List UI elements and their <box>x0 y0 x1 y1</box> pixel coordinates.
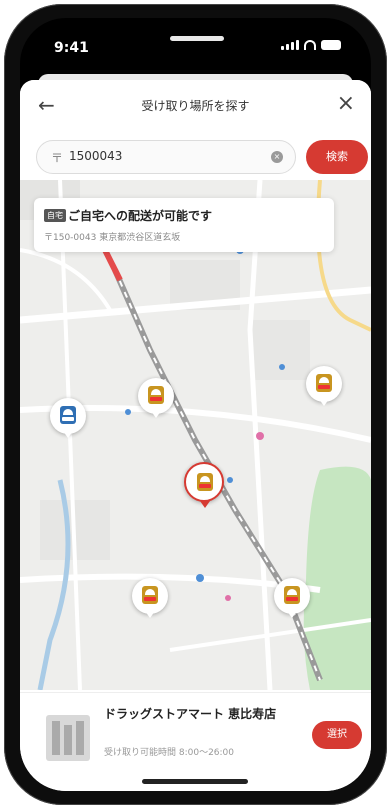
map-view[interactable]: ➤ <box>20 180 371 690</box>
pull-indicator <box>170 36 224 41</box>
store-pin[interactable] <box>138 378 174 418</box>
selected-store-card: ドラッグストアマート 恵比寿店 受け取り可能時間 8:00〜26:00 選択 <box>20 692 371 791</box>
store-pin[interactable] <box>274 578 310 618</box>
postal-code-input[interactable] <box>69 149 269 163</box>
postal-mark: 〒 <box>51 151 64 165</box>
delivery-info-card: 自宅 ご自宅への配送が可能です 〒150-0043 東京都渋谷区道玄坂 <box>34 198 334 252</box>
signal-icon <box>281 40 299 50</box>
store-hours: 受け取り可能時間 8:00〜26:00 <box>104 748 235 758</box>
store-icon <box>197 473 213 491</box>
delivery-address: 〒150-0043 東京都渋谷区道玄坂 <box>44 233 181 243</box>
battery-icon <box>321 40 341 50</box>
phone-frame: 9:41 ← 受け取り場所を探す × 〒 × <box>4 4 387 805</box>
search-row: 〒 × 検索 <box>36 140 368 174</box>
nav-bar: ← 受け取り場所を探す × <box>20 80 371 130</box>
store-icon <box>142 586 158 604</box>
store-icon <box>284 586 300 604</box>
status-time: 9:41 <box>54 40 89 56</box>
delivery-headline: ご自宅への配送が可能です <box>68 209 213 223</box>
wifi-icon <box>304 40 316 50</box>
modal-sheet: ← 受け取り場所を探す × 〒 × 検索 <box>20 80 371 791</box>
store-thumbnail <box>46 715 90 761</box>
store-icon <box>148 386 164 404</box>
search-button[interactable]: 検索 <box>306 140 368 174</box>
store-pin-selected[interactable] <box>184 462 224 508</box>
store-pin[interactable] <box>132 578 168 618</box>
store-pin[interactable] <box>306 366 342 406</box>
select-button[interactable]: 選択 <box>312 721 362 749</box>
status-bar: 9:41 <box>20 18 371 70</box>
page-title: 受け取り場所を探す <box>141 99 250 113</box>
status-icons <box>281 40 341 50</box>
close-icon[interactable]: × <box>337 91 355 116</box>
clear-icon[interactable]: × <box>271 151 283 163</box>
postal-code-field[interactable]: 〒 × <box>36 140 296 174</box>
home-indicator <box>142 779 248 784</box>
station-pin[interactable] <box>50 398 86 438</box>
store-name: ドラッグストアマート 恵比寿店 <box>104 707 277 721</box>
home-badge: 自宅 <box>44 209 66 222</box>
screen: 9:41 ← 受け取り場所を探す × 〒 × <box>20 18 371 791</box>
store-icon <box>316 374 332 392</box>
station-icon <box>60 406 76 424</box>
